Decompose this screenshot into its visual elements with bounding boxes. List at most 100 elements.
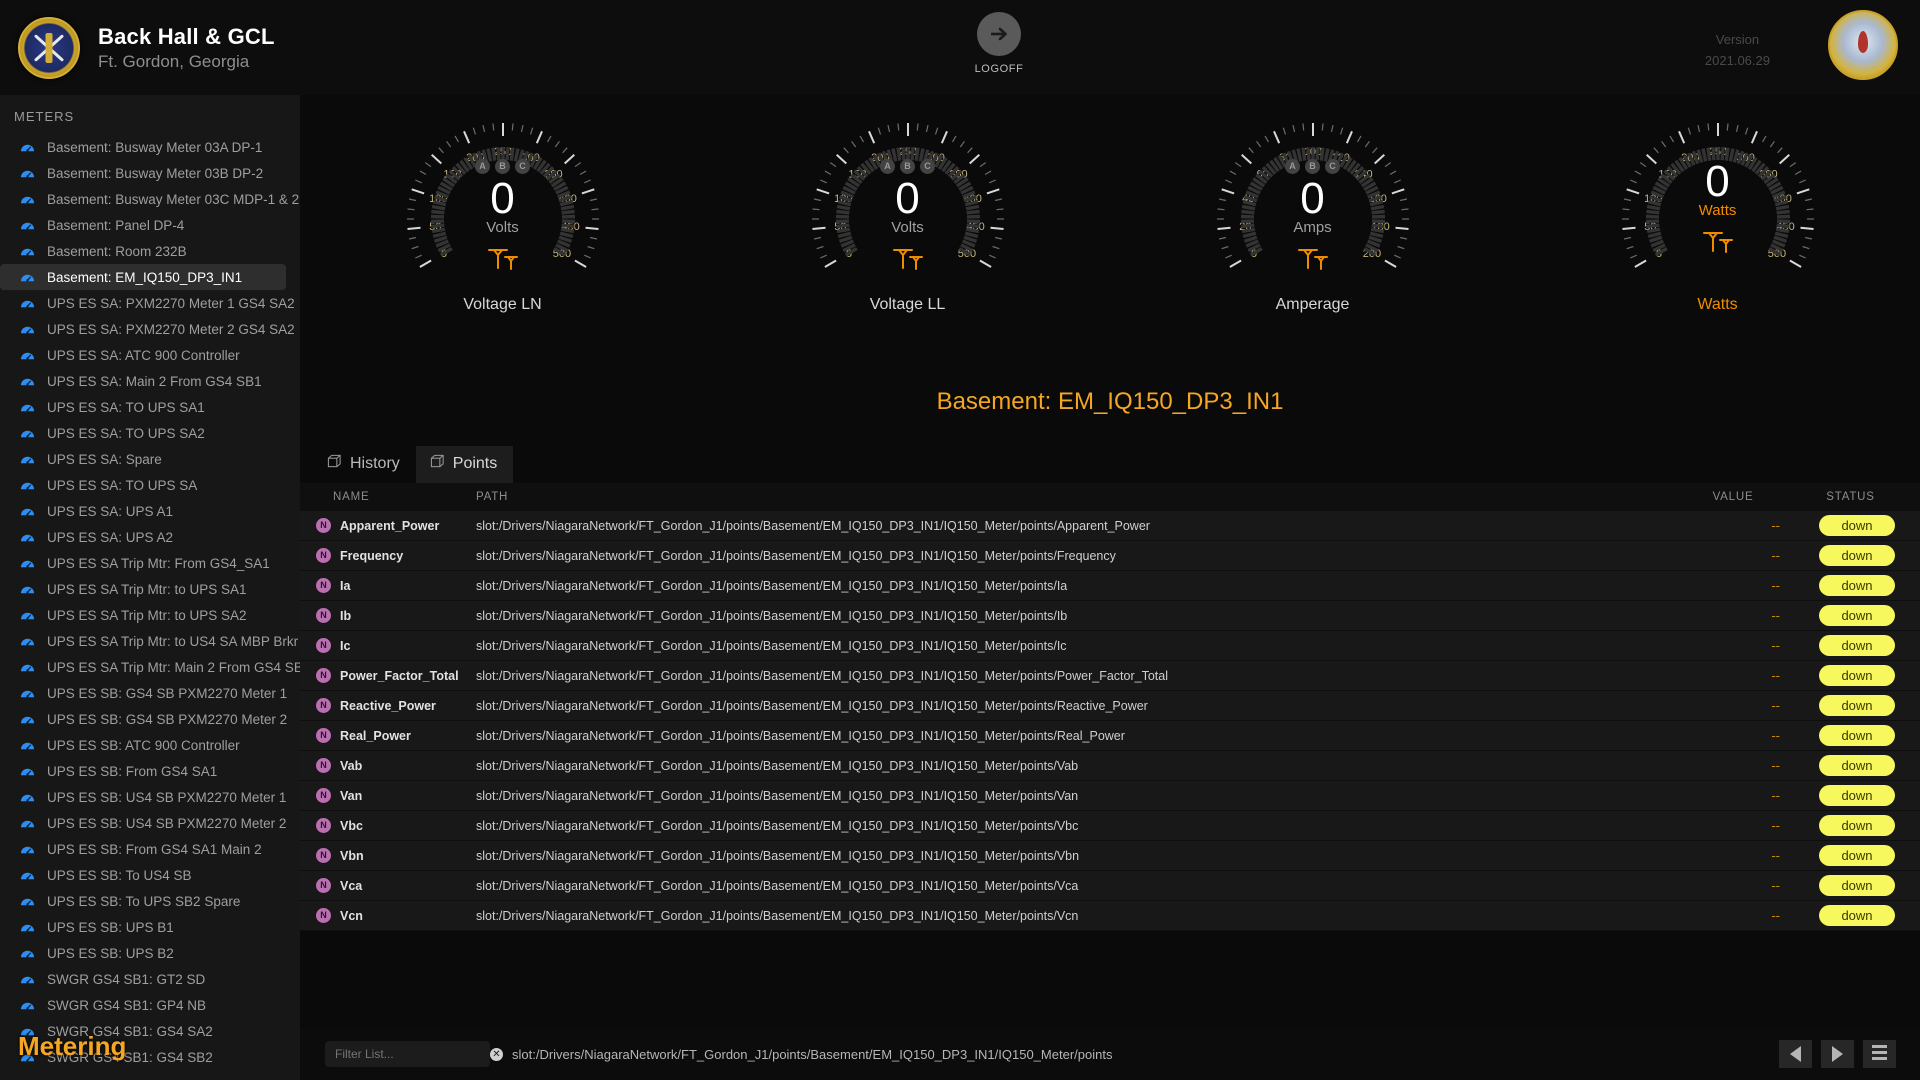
gauge-meter-icon: [20, 946, 35, 961]
power-pole-icon: [487, 249, 518, 270]
sidebar-item-25[interactable]: UPS ES SB: US4 SB PXM2270 Meter 1: [0, 784, 300, 810]
sidebar-item-label: UPS ES SA Trip Mtr: From GS4_SA1: [47, 555, 270, 571]
cell-name: N Ia: [300, 578, 476, 593]
table-row[interactable]: N Vcn slot:/Drivers/NiagaraNetwork/FT_Gord…: [300, 901, 1920, 931]
sidebar-item-33[interactable]: SWGR GS4 SB1: GP4 NB: [0, 992, 300, 1018]
sidebar-item-13[interactable]: UPS ES SA: TO UPS SA: [0, 472, 300, 498]
sidebar-item-21[interactable]: UPS ES SB: GS4 SB PXM2270 Meter 1: [0, 680, 300, 706]
menu-button[interactable]: [1863, 1040, 1896, 1068]
clear-circle-icon[interactable]: ✕: [490, 1047, 503, 1061]
next-button[interactable]: [1821, 1040, 1854, 1068]
tab-bar: History Points: [313, 446, 1920, 483]
status-badge: down: [1819, 845, 1895, 866]
sidebar-item-17[interactable]: UPS ES SA Trip Mtr: to UPS SA1: [0, 576, 300, 602]
status-badge: down: [1819, 755, 1895, 776]
sidebar-item-32[interactable]: SWGR GS4 SB1: GT2 SD: [0, 966, 300, 992]
gauge-readout: 0 Watts: [1603, 159, 1833, 258]
point-name: Ic: [340, 638, 351, 653]
sidebar-item-7[interactable]: UPS ES SA: PXM2270 Meter 2 GS4 SA2: [0, 316, 300, 342]
previous-button[interactable]: [1779, 1040, 1812, 1068]
point-name: Real_Power: [340, 728, 411, 743]
sidebar-item-20[interactable]: UPS ES SA Trip Mtr: Main 2 From GS4 SB1: [0, 654, 300, 680]
sidebar-item-26[interactable]: UPS ES SB: US4 SB PXM2270 Meter 2: [0, 810, 300, 836]
table-row[interactable]: N Vbc slot:/Drivers/NiagaraNetwork/FT_Gord…: [300, 811, 1920, 841]
current-path-label: slot:/Drivers/NiagaraNetwork/FT_Gordon_J…: [512, 1046, 1113, 1062]
table-row[interactable]: N Vbn slot:/Drivers/NiagaraNetwork/FT_Gord…: [300, 841, 1920, 871]
logoff-button[interactable]: LOGOFF: [963, 12, 1035, 75]
gauge-value: 0: [1300, 174, 1325, 223]
table-row[interactable]: N Vca slot:/Drivers/NiagaraNetwork/FT_Gord…: [300, 871, 1920, 901]
gauge-meter-icon: [20, 400, 35, 415]
cell-name: N Vbc: [300, 818, 476, 833]
sidebar-item-12[interactable]: UPS ES SA: Spare: [0, 446, 300, 472]
sidebar-item-label: UPS ES SA: Spare: [47, 451, 162, 467]
status-badge: down: [1819, 725, 1895, 746]
table-row[interactable]: N Real_Power slot:/Drivers/NiagaraNetwork/…: [300, 721, 1920, 751]
sidebar-item-3[interactable]: Basement: Panel DP-4: [0, 212, 300, 238]
tab-history[interactable]: History: [313, 446, 416, 483]
sidebar-item-22[interactable]: UPS ES SB: GS4 SB PXM2270 Meter 2: [0, 706, 300, 732]
table-row[interactable]: N Ib slot:/Drivers/NiagaraNetwork/FT_Gordo…: [300, 601, 1920, 631]
gauge-dial: 0501001502002503003504004505000WattsWatt…: [1603, 101, 1833, 313]
table-row[interactable]: N Apparent_Power slot:/Drivers/NiagaraNetw…: [300, 511, 1920, 541]
gauge-meter-icon: [20, 374, 35, 389]
cell-status: down: [1798, 545, 1903, 566]
sidebar-item-31[interactable]: UPS ES SB: UPS B2: [0, 940, 300, 966]
sidebar-item-11[interactable]: UPS ES SA: TO UPS SA2: [0, 420, 300, 446]
point-name: Apparent_Power: [340, 518, 440, 533]
sidebar-item-5[interactable]: Basement: EM_IQ150_DP3_IN1: [0, 264, 286, 290]
sidebar-item-29[interactable]: UPS ES SB: To UPS SB2 Spare: [0, 888, 300, 914]
sidebar-item-18[interactable]: UPS ES SA Trip Mtr: to UPS SA2: [0, 602, 300, 628]
point-name: Reactive_Power: [340, 698, 436, 713]
app-header: Back Hall & GCL Ft. Gordon, Georgia LOGO…: [0, 0, 1920, 95]
cell-status: down: [1798, 905, 1903, 926]
sidebar-item-28[interactable]: UPS ES SB: To US4 SB: [0, 862, 300, 888]
sidebar-item-8[interactable]: UPS ES SA: ATC 900 Controller: [0, 342, 300, 368]
sidebar-item-23[interactable]: UPS ES SB: ATC 900 Controller: [0, 732, 300, 758]
status-badge: down: [1819, 575, 1895, 596]
table-row[interactable]: N Vab slot:/Drivers/NiagaraNetwork/FT_Gord…: [300, 751, 1920, 781]
cell-status: down: [1798, 605, 1903, 626]
gauge-meter-icon: [20, 738, 35, 753]
sidebar-item-30[interactable]: UPS ES SB: UPS B1: [0, 914, 300, 940]
numeric-point-icon: N: [316, 578, 331, 593]
sidebar-item-10[interactable]: UPS ES SA: TO UPS SA1: [0, 394, 300, 420]
army-intelligence-security-command-seal-icon: [18, 16, 80, 79]
numeric-point-icon: N: [316, 908, 331, 923]
gauge-meter-icon: [20, 504, 35, 519]
filter-box[interactable]: ✕: [325, 1041, 503, 1067]
tab-points[interactable]: Points: [415, 446, 514, 483]
table-row[interactable]: N Reactive_Power slot:/Drivers/NiagaraNetw…: [300, 691, 1920, 721]
sidebar-item-1[interactable]: Basement: Busway Meter 03B DP-2: [0, 160, 300, 186]
cell-name: N Real_Power: [300, 728, 476, 743]
sidebar-item-2[interactable]: Basement: Busway Meter 03C MDP-1 & 2: [0, 186, 300, 212]
bottom-toolbar: ✕ slot:/Drivers/NiagaraNetwork/FT_Gordon…: [300, 1028, 1920, 1080]
point-value: --: [1771, 548, 1780, 563]
filter-input[interactable]: [335, 1047, 490, 1061]
numeric-point-icon: N: [316, 698, 331, 713]
gauge-value: 0: [1705, 157, 1730, 206]
sidebar-item-label: SWGR GS4 SB1: GT2 SD: [47, 971, 206, 987]
gauge-value: 0: [490, 174, 515, 223]
sidebar-item-label: UPS ES SB: US4 SB PXM2270 Meter 1: [47, 789, 287, 805]
table-row[interactable]: N Ia slot:/Drivers/NiagaraNetwork/FT_Gordo…: [300, 571, 1920, 601]
sidebar-item-27[interactable]: UPS ES SB: From GS4 SA1 Main 2: [0, 836, 300, 862]
table-row[interactable]: N Power_Factor_Total slot:/Drivers/Niagara…: [300, 661, 1920, 691]
point-value: --: [1771, 878, 1780, 893]
sidebar-item-19[interactable]: UPS ES SA Trip Mtr: to US4 SA MBP Brkr: [0, 628, 300, 654]
status-badge: down: [1819, 635, 1895, 656]
sidebar-item-6[interactable]: UPS ES SA: PXM2270 Meter 1 GS4 SA2: [0, 290, 300, 316]
table-row[interactable]: N Van slot:/Drivers/NiagaraNetwork/FT_Gord…: [300, 781, 1920, 811]
point-path: slot:/Drivers/NiagaraNetwork/FT_Gordon_J…: [476, 698, 1148, 713]
gauge-meter-icon: [20, 192, 35, 207]
sidebar-item-0[interactable]: Basement: Busway Meter 03A DP-1: [0, 134, 300, 160]
sidebar-item-16[interactable]: UPS ES SA Trip Mtr: From GS4_SA1: [0, 550, 300, 576]
table-row[interactable]: N Ic slot:/Drivers/NiagaraNetwork/FT_Gordo…: [300, 631, 1920, 661]
sidebar-item-9[interactable]: UPS ES SA: Main 2 From GS4 SB1: [0, 368, 300, 394]
sidebar-item-24[interactable]: UPS ES SB: From GS4 SA1: [0, 758, 300, 784]
sidebar-item-14[interactable]: UPS ES SA: UPS A1: [0, 498, 300, 524]
sidebar-item-15[interactable]: UPS ES SA: UPS A2: [0, 524, 300, 550]
sidebar-item-4[interactable]: Basement: Room 232B: [0, 238, 300, 264]
table-row[interactable]: N Frequency slot:/Drivers/NiagaraNetwork/F…: [300, 541, 1920, 571]
status-badge: down: [1819, 875, 1895, 896]
